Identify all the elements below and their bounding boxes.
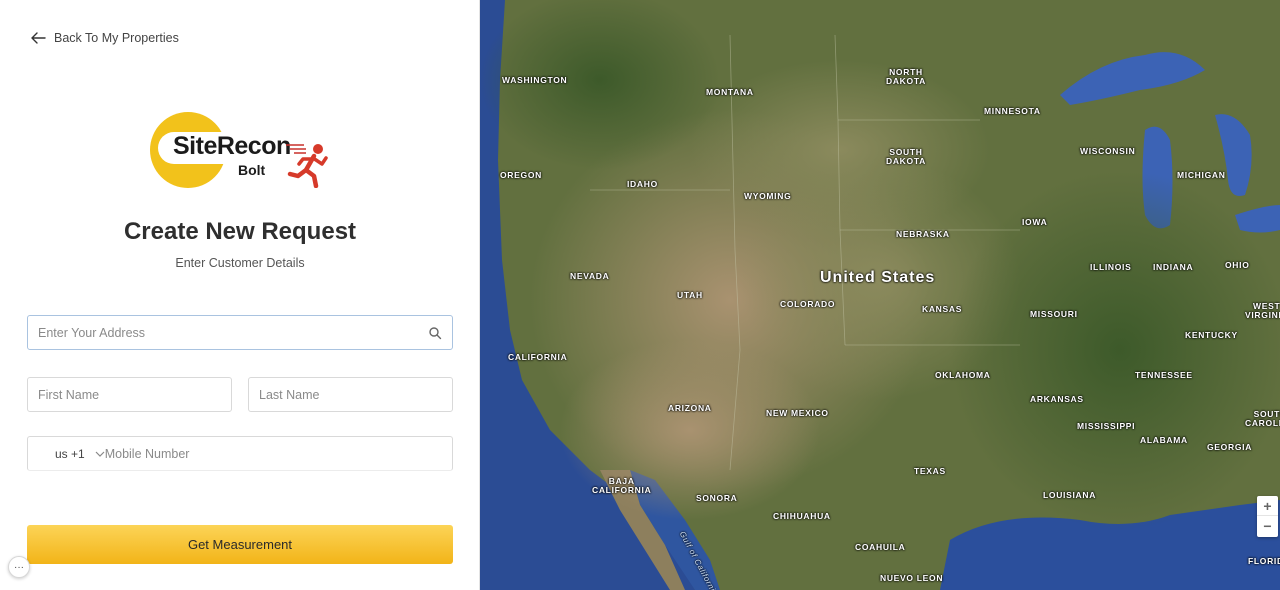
state-label-washington: WASHINGTON [502, 75, 568, 85]
state-label-alabama: ALABAMA [1140, 435, 1188, 445]
logo-product-text: Bolt [238, 162, 266, 178]
state-label-south-dakota: SOUTH DAKOTA [886, 147, 926, 166]
back-link[interactable]: Back To My Properties [30, 30, 179, 46]
state-label-wyoming: WYOMING [744, 191, 792, 201]
state-label-chihuahua: CHIHUAHUA [773, 511, 831, 521]
state-label-nebraska: NEBRASKA [896, 229, 950, 239]
state-label-mississippi: MISSISSIPPI [1077, 421, 1136, 431]
map-terrain [480, 0, 1280, 590]
get-measurement-button[interactable]: Get Measurement [27, 525, 453, 564]
siterecon-logo: SiteRecon Bolt [150, 112, 332, 188]
state-label-iowa: IOWA [1022, 217, 1048, 227]
state-label-coahuila: COAHUILA [855, 542, 906, 552]
state-label-minnesota: MINNESOTA [984, 106, 1041, 116]
country-code-value: us +1 [55, 446, 85, 461]
arrow-left-icon [31, 32, 46, 44]
mobile-number-input[interactable] [104, 437, 452, 470]
state-label-california: CALIFORNIA [508, 352, 568, 362]
state-label-tennessee: TENNESSEE [1135, 370, 1193, 380]
zoom-out-button[interactable]: − [1257, 516, 1278, 536]
state-label-south-carolina: SOUTHCAROLINA [1245, 409, 1280, 428]
state-label-indiana: INDIANA [1153, 262, 1194, 272]
state-label-west-virginia: WESTVIRGINIA [1245, 301, 1280, 320]
state-label-oklahoma: OKLAHOMA [935, 370, 991, 380]
country-code-select[interactable]: us +1 [28, 437, 105, 470]
state-label-colorado: COLORADO [780, 299, 836, 309]
state-label-florida: FLORIDA [1248, 556, 1280, 566]
last-name-field [248, 377, 453, 412]
state-label-nuevo-leon: NUEVO LEON [880, 573, 944, 583]
first-name-input[interactable] [28, 378, 231, 411]
first-name-field [27, 377, 232, 412]
state-label-georgia: GEORGIA [1207, 442, 1253, 452]
state-label-arizona: ARIZONA [668, 403, 712, 413]
last-name-input[interactable] [249, 378, 452, 411]
state-label-arkansas: ARKANSAS [1030, 394, 1084, 404]
state-label-kansas: KANSAS [922, 304, 963, 314]
more-options-button[interactable]: ··· [8, 556, 30, 578]
search-icon[interactable] [428, 326, 442, 340]
address-field [27, 315, 453, 350]
state-label-montana: MONTANA [706, 87, 754, 97]
state-label-missouri: MISSOURI [1030, 309, 1078, 319]
logo-brand-text: SiteRecon [173, 132, 291, 160]
state-label-louisiana: LOUISIANA [1043, 490, 1097, 500]
zoom-in-button[interactable]: + [1257, 496, 1278, 516]
state-label-utah: UTAH [677, 290, 703, 300]
state-label-michigan: MICHIGAN [1177, 170, 1226, 180]
state-label-idaho: IDAHO [627, 179, 658, 189]
state-label-baja-california: BAJA CALIFORNIA [592, 476, 652, 495]
state-label-ohio: OHIO [1225, 260, 1250, 270]
state-label-nevada: NEVADA [570, 271, 610, 281]
zoom-control: + − [1257, 496, 1278, 537]
state-label-new-mexico: NEW MEXICO [766, 408, 829, 418]
back-link-label: Back To My Properties [54, 31, 179, 45]
page-subtitle: Enter Customer Details [175, 256, 305, 270]
chevron-down-icon [95, 451, 105, 457]
country-label: United States [820, 269, 936, 286]
phone-field: us +1 [27, 436, 453, 471]
state-label-sonora: SONORA [696, 493, 738, 503]
runner-icon [287, 144, 328, 188]
satellite-map[interactable]: WASHINGTON MONTANA NORTH DAKOTA MINNESOTA ORE… [480, 0, 1280, 590]
request-panel: Back To My Properties SiteRecon Bolt Cre… [0, 0, 480, 590]
state-label-texas: TEXAS [914, 466, 946, 476]
address-input[interactable] [28, 316, 452, 349]
page-title: Create New Request [123, 218, 357, 245]
state-label-north-dakota: NORTH DAKOTA [886, 67, 926, 86]
state-label-wisconsin: WISCONSIN [1080, 146, 1136, 156]
state-label-kentucky: KENTUCKY [1185, 330, 1238, 340]
state-label-oregon: OREGON [500, 170, 542, 180]
state-label-illinois: ILLINOIS [1090, 262, 1132, 272]
